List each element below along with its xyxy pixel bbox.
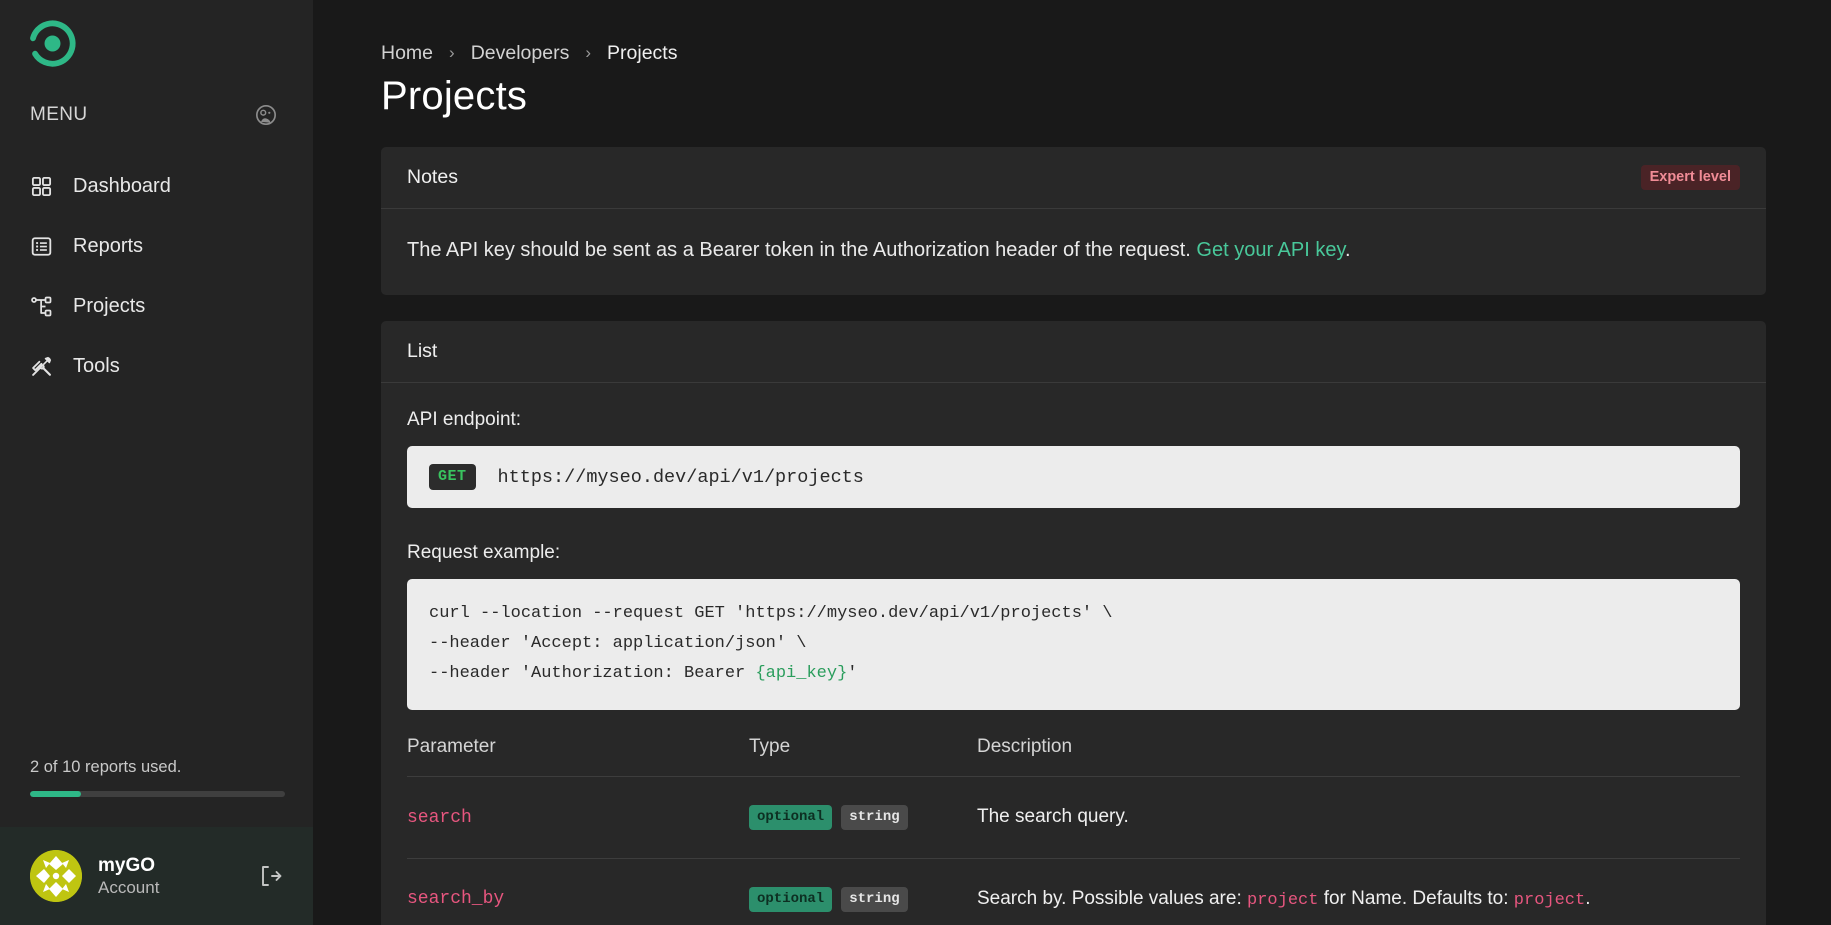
target-ring-icon xyxy=(29,20,76,67)
code-line-1: curl --location --request GET 'https://m… xyxy=(429,604,1113,623)
sidebar: MENU Dashboard Reports Projects Tools 2 … xyxy=(0,0,313,925)
main-content: Home › Developers › Projects Projects No… xyxy=(313,0,1831,925)
notes-card-header: Notes Expert level xyxy=(381,147,1766,209)
list-box-icon xyxy=(31,236,52,256)
chevron-right-icon: › xyxy=(449,43,455,62)
avatar xyxy=(30,850,82,902)
sidebar-item-label: Reports xyxy=(73,234,144,257)
notes-text-before: The API key should be sent as a Bearer t… xyxy=(407,239,1197,261)
api-endpoint-url: https://myseo.dev/api/v1/projects xyxy=(497,466,864,488)
desc-part-3: . xyxy=(1585,887,1591,909)
table-header-row: Parameter Type Description xyxy=(407,736,1740,778)
list-card-header: List xyxy=(381,321,1766,383)
desc-part-1: Search by. Possible values are: xyxy=(977,887,1248,909)
account-text: myGO Account xyxy=(98,854,243,899)
grid-squares-icon xyxy=(31,176,52,196)
param-description: The search query. xyxy=(977,806,1129,827)
tag-required-state: optional xyxy=(749,886,833,912)
code-line-2: --header 'Accept: application/json' \ xyxy=(429,633,807,653)
cell-parameter: search xyxy=(407,776,749,859)
list-card: List API endpoint: GET https://myseo.dev… xyxy=(381,321,1766,925)
notes-card-title: Notes xyxy=(407,166,458,188)
page-title: Projects xyxy=(381,74,528,118)
contrast-palette-icon[interactable] xyxy=(255,104,277,126)
breadcrumb-item-developers[interactable]: Developers xyxy=(471,42,570,65)
account-name: myGO xyxy=(98,854,156,876)
type-tags: optional string xyxy=(749,886,977,912)
get-api-key-link[interactable]: Get your API key xyxy=(1196,239,1345,261)
desc-code-2: project xyxy=(1513,890,1586,910)
type-tags: optional string xyxy=(749,805,977,831)
notes-text-after: . xyxy=(1345,239,1351,261)
desc-part-1: The search query. xyxy=(977,806,1129,828)
cell-type: optional string xyxy=(749,776,977,859)
parameters-table-head: Parameter Type Description xyxy=(407,736,1740,778)
chevron-right-icon: › xyxy=(585,43,592,62)
code-line-3-prefix: --header 'Authorization: Bearer xyxy=(429,663,756,683)
sidebar-item-reports[interactable]: Reports xyxy=(0,216,313,276)
column-header-parameter: Parameter xyxy=(407,736,749,778)
breadcrumb-item-home[interactable]: Home xyxy=(381,42,433,65)
request-example-label: Request example: xyxy=(407,542,561,563)
notes-text: The API key should be sent as a Bearer t… xyxy=(407,235,1740,265)
status-badge-expert-level: Expert level xyxy=(1640,165,1740,190)
desc-code-1: project xyxy=(1247,890,1319,910)
notes-card-body: The API key should be sent as a Bearer t… xyxy=(381,209,1766,295)
sidebar-item-label: Dashboard xyxy=(73,174,171,197)
app-root: MENU Dashboard Reports Projects Tools 2 … xyxy=(0,0,1831,925)
sidebar-item-label: Tools xyxy=(73,354,120,377)
tag-data-type: string xyxy=(841,886,908,912)
sidebar-item-dashboard[interactable]: Dashboard xyxy=(0,156,313,216)
code-line-3-suffix: ' xyxy=(847,663,858,683)
tag-data-type: string xyxy=(841,805,908,831)
sidebar-nav: Dashboard Reports Projects Tools xyxy=(0,156,313,396)
cell-description: The search query. xyxy=(977,776,1740,859)
notes-card: Notes Expert level The API key should be… xyxy=(381,147,1766,295)
param-name: search xyxy=(407,807,472,828)
breadcrumb: Home › Developers › Projects xyxy=(381,0,1766,64)
menu-label: MENU xyxy=(30,104,88,125)
param-description: Search by. Possible values are: project … xyxy=(977,887,1591,910)
param-name: search_by xyxy=(407,889,505,910)
table-row: search optional string The search query. xyxy=(407,776,1740,859)
request-example-code[interactable]: curl --location --request GET 'https://m… xyxy=(407,579,1740,711)
hammer-wrench-icon xyxy=(32,356,52,376)
cell-parameter: search_by xyxy=(407,858,749,925)
column-header-type: Type xyxy=(749,736,977,778)
quota-section: 2 of 10 reports used. xyxy=(0,758,313,827)
api-endpoint-label: API endpoint: xyxy=(407,409,522,430)
parameters-table: Parameter Type Description search option… xyxy=(407,736,1740,925)
logo-container[interactable] xyxy=(0,0,313,86)
parameters-table-body: search optional string The search query. xyxy=(407,776,1740,925)
sidebar-item-projects[interactable]: Projects xyxy=(0,276,313,336)
account-panel[interactable]: myGO Account xyxy=(0,827,313,925)
breadcrumb-item-projects: Projects xyxy=(607,41,678,64)
cell-type: optional string xyxy=(749,858,977,925)
quota-progress-fill xyxy=(30,791,81,797)
account-subtitle: Account xyxy=(98,878,160,898)
sitemap-icon xyxy=(31,296,52,316)
cell-description: Search by. Possible values are: project … xyxy=(977,858,1740,925)
column-header-description: Description xyxy=(977,736,1740,778)
sidebar-item-tools[interactable]: Tools xyxy=(0,336,313,396)
api-endpoint-box[interactable]: GET https://myseo.dev/api/v1/projects xyxy=(407,446,1740,508)
sidebar-item-label: Projects xyxy=(73,294,146,317)
quota-label: 2 of 10 reports used. xyxy=(30,758,182,776)
list-card-body: API endpoint: GET https://myseo.dev/api/… xyxy=(381,383,1766,925)
list-card-title: List xyxy=(407,340,438,362)
logout-arrow-icon[interactable] xyxy=(259,864,283,888)
desc-part-2: for Name. Defaults to: xyxy=(1318,887,1514,909)
code-api-key-variable: {api_key} xyxy=(755,663,848,683)
http-method-badge: GET xyxy=(429,464,476,490)
tag-required-state: optional xyxy=(749,805,833,831)
quota-progress-bar xyxy=(30,791,285,797)
menu-header: MENU xyxy=(0,92,313,138)
table-row: search_by optional string Search by. Pos… xyxy=(407,858,1740,925)
